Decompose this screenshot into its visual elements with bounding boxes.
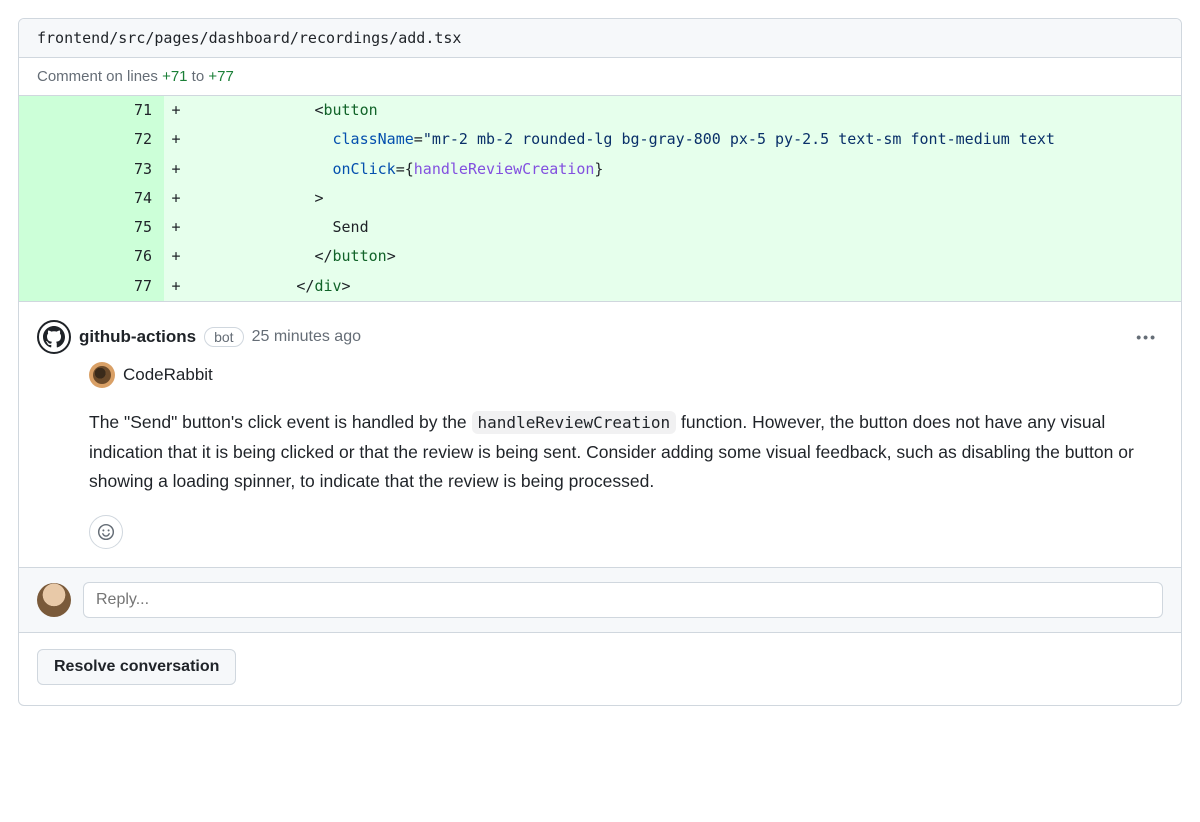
- kebab-menu-icon[interactable]: •••: [1130, 329, 1163, 345]
- diff-marker: +: [164, 272, 188, 301]
- code-content: </button>: [188, 242, 1181, 271]
- comment-body: The "Send" button's click event is handl…: [89, 408, 1163, 497]
- smiley-icon: [97, 523, 115, 541]
- code-line: 71+ <button: [19, 96, 1181, 125]
- line-number: 71: [19, 96, 164, 125]
- comment-body-code: handleReviewCreation: [472, 411, 677, 434]
- review-thread: frontend/src/pages/dashboard/recordings/…: [18, 18, 1182, 706]
- comment-timestamp[interactable]: 25 minutes ago: [252, 328, 361, 346]
- code-content: </div>: [188, 272, 1181, 301]
- line-range-from: +71: [162, 68, 187, 85]
- diff-marker: +: [164, 96, 188, 125]
- reply-bar: [19, 567, 1181, 633]
- code-line: 72+ className="mr-2 mb-2 rounded-lg bg-g…: [19, 125, 1181, 154]
- thread-footer: Resolve conversation: [19, 633, 1181, 705]
- line-number: 77: [19, 272, 164, 301]
- comment: github-actions bot 25 minutes ago ••• Co…: [19, 302, 1181, 567]
- comment-header: github-actions bot 25 minutes ago •••: [37, 320, 1163, 354]
- diff-marker: +: [164, 184, 188, 213]
- code-content: onClick={handleReviewCreation}: [188, 155, 1181, 184]
- coderabbit-avatar-icon: [89, 362, 115, 388]
- code-line: 76+ </button>: [19, 242, 1181, 271]
- line-number: 74: [19, 184, 164, 213]
- diff-code-block: 71+ <button72+ className="mr-2 mb-2 roun…: [19, 96, 1181, 302]
- line-range-to: +77: [208, 68, 233, 85]
- bot-badge: bot: [204, 327, 243, 347]
- reply-input[interactable]: [83, 582, 1163, 618]
- code-content: Send: [188, 213, 1181, 242]
- diff-marker: +: [164, 125, 188, 154]
- code-content: className="mr-2 mb-2 rounded-lg bg-gray-…: [188, 125, 1181, 154]
- code-line: 73+ onClick={handleReviewCreation}: [19, 155, 1181, 184]
- current-user-avatar-icon[interactable]: [37, 583, 71, 617]
- code-line: 75+ Send: [19, 213, 1181, 242]
- reaction-row: [89, 515, 1163, 549]
- resolve-conversation-button[interactable]: Resolve conversation: [37, 649, 236, 685]
- code-line: 74+ >: [19, 184, 1181, 213]
- line-number: 75: [19, 213, 164, 242]
- diff-marker: +: [164, 155, 188, 184]
- line-number: 76: [19, 242, 164, 271]
- line-number: 72: [19, 125, 164, 154]
- comment-body-pre: The "Send" button's click event is handl…: [89, 412, 472, 432]
- line-number: 73: [19, 155, 164, 184]
- diff-marker: +: [164, 213, 188, 242]
- code-content: <button: [188, 96, 1181, 125]
- line-range-prefix: Comment on lines: [37, 68, 162, 85]
- code-line: 77+ </div>: [19, 272, 1181, 301]
- github-avatar-icon[interactable]: [37, 320, 71, 354]
- line-range-label: Comment on lines +71 to +77: [19, 58, 1181, 96]
- line-range-to-word: to: [188, 68, 209, 85]
- comment-author[interactable]: github-actions: [79, 327, 196, 347]
- comment-app-name: CodeRabbit: [123, 365, 213, 385]
- code-content: >: [188, 184, 1181, 213]
- diff-marker: +: [164, 242, 188, 271]
- comment-app-header: CodeRabbit: [89, 362, 1163, 388]
- add-reaction-button[interactable]: [89, 515, 123, 549]
- file-path-header[interactable]: frontend/src/pages/dashboard/recordings/…: [19, 19, 1181, 58]
